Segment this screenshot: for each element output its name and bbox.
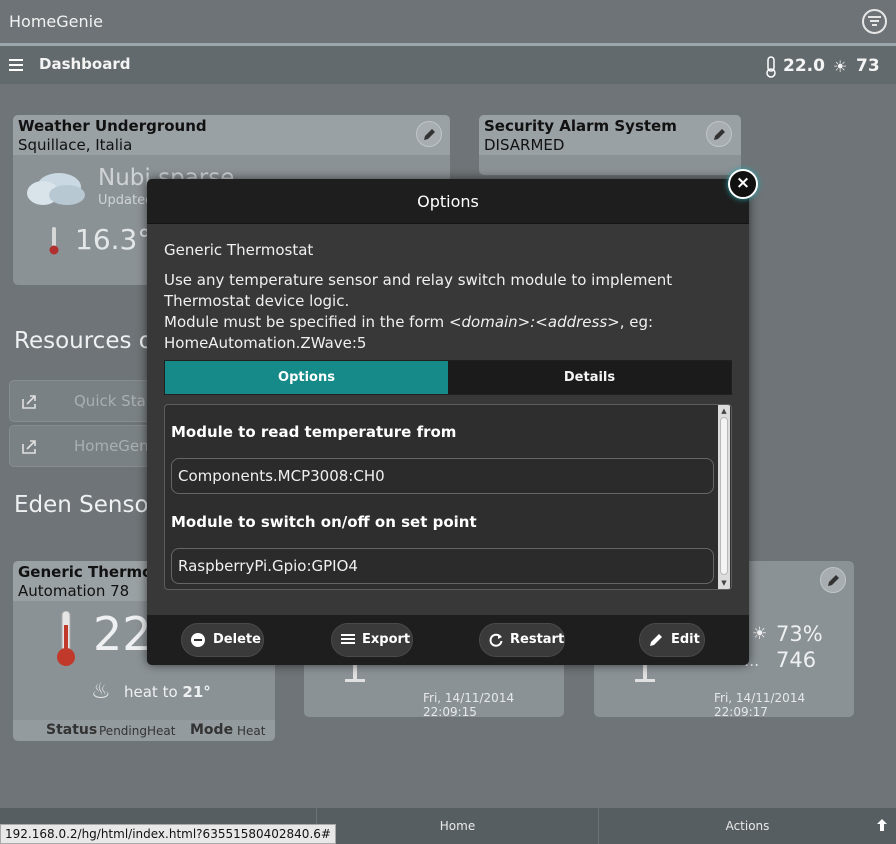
thermometer-icon bbox=[766, 56, 776, 78]
sensor1-timestamp: Fri, 14/11/2014 22:09:15 bbox=[423, 691, 515, 717]
tab-options[interactable]: Options bbox=[165, 361, 448, 394]
weather-title: Weather Underground bbox=[18, 117, 207, 135]
status-url: 192.168.0.2/hg/html/index.html?635515804… bbox=[0, 824, 336, 844]
temperature-module-input[interactable]: Components.MCP3008:CH0 bbox=[171, 458, 714, 494]
edit-button[interactable]: Edit bbox=[639, 623, 705, 657]
pencil-icon bbox=[828, 575, 839, 586]
options-dialog: Options Generic Thermostat Use any tempe… bbox=[147, 179, 749, 665]
weather-location: Squillace, Italia bbox=[18, 136, 133, 154]
arrow-up-icon[interactable] bbox=[876, 818, 888, 832]
actions-button[interactable]: Actions bbox=[598, 808, 896, 844]
pencil-icon bbox=[650, 634, 662, 646]
export-button[interactable]: Export bbox=[331, 623, 413, 657]
link-homegenie[interactable]: HomeGenie bbox=[9, 425, 169, 467]
dialog-title: Options bbox=[147, 179, 749, 224]
app-titlebar: HomeGenie bbox=[0, 0, 896, 44]
group-section-title: Eden Sensor bbox=[14, 492, 159, 518]
sensor2-edit-button[interactable] bbox=[820, 567, 846, 593]
pencil-icon bbox=[424, 129, 435, 140]
flame-icon: ♨ bbox=[91, 679, 111, 704]
tab-details[interactable]: Details bbox=[448, 361, 731, 394]
program-name: Generic Thermostat bbox=[164, 241, 314, 259]
sensor2-humidity: 73% bbox=[776, 622, 823, 646]
restart-button[interactable]: Restart bbox=[479, 623, 565, 657]
weather-thermometer-icon bbox=[49, 227, 59, 255]
security-status: DISARMED bbox=[484, 136, 565, 154]
delete-button[interactable]: Delete bbox=[181, 623, 264, 657]
thermometer-red-icon bbox=[57, 611, 75, 666]
field-label-temperature: Module to read temperature from bbox=[171, 423, 457, 441]
pencil-icon bbox=[714, 129, 725, 140]
list-icon bbox=[341, 634, 355, 644]
mode-value: Heat bbox=[237, 724, 266, 738]
luminance-value: 73 bbox=[856, 56, 880, 76]
scroll-down-arrow[interactable]: ▼ bbox=[720, 579, 728, 587]
program-description: Use any temperature sensor and relay swi… bbox=[164, 271, 673, 352]
options-panel: Module to read temperature from Componen… bbox=[164, 404, 732, 590]
sun-icon: ☀ bbox=[833, 57, 848, 76]
share-icon bbox=[22, 440, 36, 454]
heat-text: heat to 21° bbox=[124, 683, 211, 701]
refresh-icon bbox=[489, 633, 503, 647]
filter-button[interactable] bbox=[862, 9, 887, 34]
close-button[interactable]: × bbox=[728, 169, 758, 199]
mode-label: Mode bbox=[190, 722, 234, 738]
sun-small-icon: ☀ bbox=[752, 624, 768, 644]
security-widget: Security Alarm System DISARMED bbox=[479, 115, 741, 175]
temperature-value: 22.0 bbox=[783, 56, 825, 76]
app-title: HomeGenie bbox=[9, 12, 103, 31]
dialog-footer: Delete Export Restart Edit bbox=[147, 615, 749, 665]
link-label: Quick Start bbox=[74, 392, 158, 410]
sensor2-value: 746 bbox=[776, 648, 817, 672]
scroll-up-arrow[interactable]: ▲ bbox=[720, 407, 728, 415]
share-icon bbox=[22, 395, 36, 409]
status-label: Status bbox=[46, 722, 98, 738]
minus-icon bbox=[191, 633, 205, 647]
sensor2-timestamp: Fri, 14/11/2014 22:09:17 bbox=[714, 691, 806, 717]
navbar: Dashboard 22.0 ☀ 73 bbox=[0, 46, 896, 84]
page-title: Dashboard bbox=[39, 55, 131, 73]
security-edit-button[interactable] bbox=[706, 121, 732, 147]
thermostat-temperature: 22 bbox=[93, 607, 152, 661]
filter-icon bbox=[868, 16, 881, 26]
cloud-icon bbox=[27, 173, 85, 205]
scroll-thumb[interactable] bbox=[720, 417, 728, 575]
status-value: PendingHeat bbox=[99, 724, 176, 738]
weather-updated: Updated bbox=[98, 193, 154, 208]
tab-bar: Options Details bbox=[164, 360, 732, 395]
menu-icon[interactable] bbox=[9, 59, 23, 71]
security-title: Security Alarm System bbox=[484, 117, 677, 135]
home-button[interactable]: Home bbox=[316, 808, 598, 844]
field-label-switch: Module to switch on/off on set point bbox=[171, 513, 477, 531]
resources-section-title: Resources o bbox=[14, 328, 153, 354]
switch-module-input[interactable]: RaspberryPi.Gpio:GPIO4 bbox=[171, 548, 714, 584]
weather-edit-button[interactable] bbox=[416, 121, 442, 147]
link-quick-start[interactable]: Quick Start bbox=[9, 380, 169, 422]
